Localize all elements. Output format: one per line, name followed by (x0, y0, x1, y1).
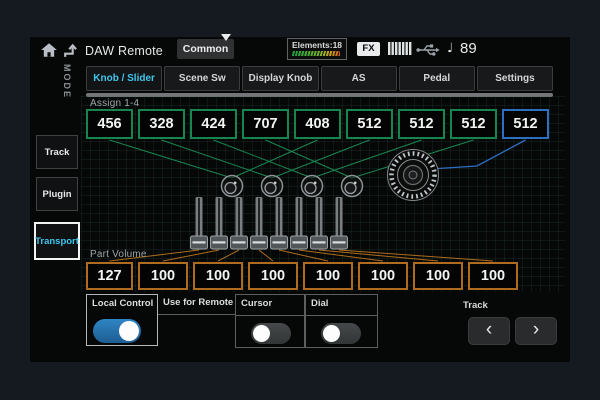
part-volume-value-8[interactable]: 100 (468, 262, 518, 290)
assign-value-text: 512 (357, 116, 381, 132)
tab-as[interactable]: AS (321, 66, 397, 91)
tempo-value: 89 (460, 40, 477, 57)
cell-divider (158, 314, 235, 315)
elements-label: Elements:18 (288, 40, 346, 50)
cursor-cell: Cursor (235, 294, 305, 348)
assign-value-text: 424 (201, 116, 225, 132)
part-volume-text: 100 (316, 268, 340, 284)
part-volume-text: 100 (426, 268, 450, 284)
assign-value-5[interactable]: 408 (294, 109, 341, 139)
local-control-label: Local Control (92, 298, 153, 309)
part-volume-value-2[interactable]: 100 (138, 262, 188, 290)
cell-divider (236, 315, 304, 316)
assign-value-1[interactable]: 456 (86, 109, 133, 139)
sidebar-item-plugin[interactable]: Plugin (36, 177, 78, 211)
tab-label: Knob / Slider (93, 73, 155, 84)
assign-value-7[interactable]: 512 (398, 109, 445, 139)
assign-value-text: 512 (513, 116, 537, 132)
assign-value-text: 707 (253, 116, 277, 132)
up-level-icon[interactable] (62, 42, 78, 58)
part-volume-text: 100 (206, 268, 230, 284)
tab-scene-sw[interactable]: Scene Sw (164, 66, 240, 91)
dial-cell: Dial (305, 294, 378, 348)
part-volume-value-5[interactable]: 100 (303, 262, 353, 290)
tab-knob-slider[interactable]: Knob / Slider (86, 66, 162, 91)
part-volume-value-4[interactable]: 100 (248, 262, 298, 290)
part-volume-text: 127 (97, 268, 121, 284)
part-volume-text: 100 (151, 268, 175, 284)
device-screen: DAW Remote Common Elements:18 FX (30, 37, 570, 362)
tab-pedal[interactable]: Pedal (399, 66, 475, 91)
tab-settings[interactable]: Settings (477, 66, 553, 91)
usb-status-icon (416, 42, 440, 57)
track-previous-button[interactable]: ‹ (468, 317, 510, 345)
common-part-selector[interactable]: Common (177, 39, 234, 59)
mode-label: MODE (62, 64, 72, 99)
local-control-toggle[interactable] (93, 319, 141, 343)
daw-remote-screen: DAW Remote Common Elements:18 FX (0, 0, 600, 400)
tab-label: Display Knob (248, 73, 312, 84)
sidebar-item-transport[interactable]: Transport (34, 222, 80, 260)
assign-value-6[interactable]: 512 (346, 109, 393, 139)
assign-value-2[interactable]: 328 (138, 109, 185, 139)
assign-row-label: Assign 1-4 (90, 98, 139, 109)
assign-value-text: 456 (97, 116, 121, 132)
use-for-remote-label: Use for Remote (163, 297, 233, 308)
part-volume-text: 100 (261, 268, 285, 284)
tab-display-knob[interactable]: Display Knob (242, 66, 318, 91)
fx-status-icon: FX (357, 42, 380, 56)
sidebar-item-label: Plugin (42, 189, 71, 200)
part-volume-value-1[interactable]: 127 (86, 262, 133, 290)
toggle-knob (119, 321, 139, 341)
local-control-cell: Local Control (86, 294, 158, 346)
elements-status: Elements:18 (287, 38, 347, 60)
dial-toggle[interactable] (321, 323, 361, 344)
assign-value-8[interactable]: 512 (450, 109, 497, 139)
sidebar-item-track[interactable]: Track (36, 135, 78, 169)
part-volume-value-7[interactable]: 100 (413, 262, 463, 290)
page-title: DAW Remote (85, 44, 163, 58)
part-volume-text: 100 (481, 268, 505, 284)
assign-value-text: 408 (305, 116, 329, 132)
cell-divider (306, 315, 377, 316)
assign-value-4[interactable]: 707 (242, 109, 289, 139)
keyboard-status-icon (388, 42, 412, 56)
part-volume-label: Part Volume (90, 249, 147, 260)
part-volume-value-6[interactable]: 100 (358, 262, 408, 290)
tab-label: AS (352, 73, 366, 84)
assign-value-3[interactable]: 424 (190, 109, 237, 139)
cursor-toggle[interactable] (251, 323, 291, 344)
sidebar-item-label: Track (45, 147, 70, 158)
tab-label: Settings (495, 73, 534, 84)
home-icon[interactable] (40, 42, 58, 58)
elements-meter (292, 51, 340, 56)
cursor-label: Cursor (241, 298, 272, 309)
tab-label: Pedal (423, 73, 450, 84)
dial-label: Dial (311, 298, 328, 309)
assign-value-text: 328 (149, 116, 173, 132)
assign-value-text: 512 (461, 116, 485, 132)
use-for-remote-cell: Use for Remote (158, 294, 235, 346)
tab-label: Scene Sw (179, 73, 226, 84)
sidebar-item-label: Transport (35, 236, 79, 247)
tab-bar: Knob / Slider Scene Sw Display Knob AS Pedal… (86, 66, 553, 91)
tempo-note-icon: ♩ (447, 41, 453, 56)
part-volume-text: 100 (371, 268, 395, 284)
common-label: Common (183, 43, 229, 55)
chevron-down-icon (221, 34, 231, 41)
assign-value-text: 512 (409, 116, 433, 132)
part-volume-value-3[interactable]: 100 (193, 262, 243, 290)
assign-value-9[interactable]: 512 (502, 109, 549, 139)
toggle-knob (323, 325, 340, 342)
track-next-button[interactable]: › (515, 317, 557, 345)
track-label: Track (463, 300, 488, 311)
toggle-knob (253, 325, 270, 342)
